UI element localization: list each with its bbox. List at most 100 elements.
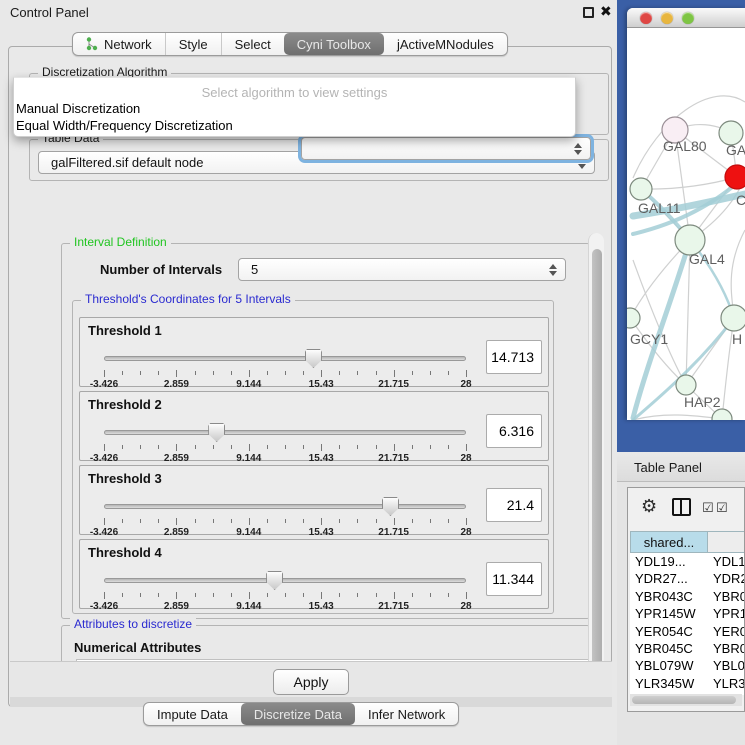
table-row[interactable]: YDL19...YDL1 [630,553,745,570]
table-cell: YER054C [630,623,708,640]
algorithm-option[interactable]: Equal Width/Frequency Discretization [14,117,575,134]
network-node[interactable] [725,165,745,189]
tick-mark [285,371,286,375]
tick-mark [104,444,105,451]
tab-jactivemnodules[interactable]: jActiveMNodules [384,33,507,55]
slider-ticks [104,592,466,599]
tab-cyni-toolbox[interactable]: Cyni Toolbox [284,33,384,55]
algorithm-option[interactable]: Manual Discretization [14,100,575,117]
network-node-label: HAP2 [684,394,721,410]
tab-impute-data[interactable]: Impute Data [144,703,241,725]
threshold-slider[interactable]: -3.4262.8599.14415.4321.71528 [104,422,466,460]
threshold-value-field[interactable]: 14.713 [486,340,542,374]
tick-label: 15.43 [309,453,334,464]
close-traffic-light-icon[interactable] [640,12,652,24]
network-node-label: GAL80 [663,138,707,154]
network-node[interactable] [630,178,652,200]
table-row[interactable]: YDR27...YDR2 [630,570,745,587]
tick-mark [339,371,340,375]
tick-label: 2.859 [164,601,189,612]
threshold-slider[interactable]: -3.4262.8599.14415.4321.71528 [104,496,466,534]
threshold-value-field[interactable]: 6.316 [486,414,542,448]
main-vertical-scrollbar[interactable] [588,233,604,703]
tick-mark [267,371,268,375]
threshold-value-field[interactable]: 21.4 [486,488,542,522]
network-canvas[interactable]: GAL80GACGAL11GAL4GCY1HHAP2 [627,28,745,420]
minimize-traffic-light-icon[interactable] [661,12,673,24]
tick-mark [412,593,413,597]
table-row[interactable]: YPR145WYPR1 [630,605,745,622]
gear-icon[interactable]: ⚙ [641,496,657,517]
zoom-traffic-light-icon[interactable] [682,12,694,24]
tick-label: 28 [460,379,471,390]
tick-mark [448,371,449,375]
threshold-slider[interactable]: -3.4262.8599.14415.4321.71528 [104,570,466,608]
table-row[interactable]: YBR043CYBR0 [630,588,745,605]
tick-mark [412,519,413,523]
tick-mark [285,445,286,449]
table-rows: YDL19...YDL1YDR27...YDR2YBR043CYBR0YPR14… [630,553,745,695]
slider-track [104,356,466,361]
tab-style[interactable]: Style [165,33,221,55]
tab-discretize-data[interactable]: Discretize Data [241,703,355,725]
table-cell: YDR27... [630,570,708,587]
checkbox-icon[interactable]: ☑ [716,500,728,516]
table-row[interactable]: YBR045CYBR0 [630,640,745,657]
algorithm-placeholder: Select algorithm to view settings [14,78,575,100]
table-toolbar: ⚙ ☑ ☑ [628,488,744,528]
tick-mark [267,445,268,449]
tab-network[interactable]: Network [73,33,165,55]
table-row[interactable]: YBL079WYBL0 [630,657,745,674]
slider-thumb-icon[interactable] [382,497,399,516]
tick-mark [176,444,177,451]
tick-mark [231,445,232,449]
tab-infer-network[interactable]: Infer Network [355,703,458,725]
table-cell: YPR1 [708,605,745,622]
tick-mark [430,445,431,449]
number-of-intervals-combobox[interactable]: 5 [238,258,566,281]
network-node-label: GAL4 [689,251,725,267]
table-cell: YBR0 [708,640,745,657]
tick-label: 2.859 [164,453,189,464]
threshold-label: Threshold 2 [88,397,162,412]
network-edge [630,318,686,385]
tick-mark [122,519,123,523]
apply-button[interactable]: Apply [273,669,349,695]
table-row[interactable]: YER054CYER0 [630,623,745,640]
table-cell: YLR3 [708,675,745,692]
tick-label: 28 [460,453,471,464]
attributes-group-title: Attributes to discretize [70,617,196,631]
tick-mark [231,593,232,597]
network-node[interactable] [676,375,696,395]
threshold-value-field[interactable]: 11.344 [486,562,542,596]
tick-label: 21.715 [378,453,409,464]
tick-mark [357,371,358,375]
slider-thumb-icon[interactable] [266,571,283,590]
tab-select[interactable]: Select [221,33,284,55]
slider-thumb-icon[interactable] [305,349,322,368]
tick-mark [321,370,322,377]
tick-mark [430,371,431,375]
checkbox-icon[interactable]: ☑ [702,500,714,516]
float-window-icon[interactable] [583,7,594,18]
column-layout-icon[interactable] [672,498,691,516]
tab-label: Network [104,37,152,52]
tick-mark [448,519,449,523]
tick-mark [213,519,214,523]
slider-tick-labels: -3.4262.8599.14415.4321.71528 [104,453,466,465]
algorithm-combobox[interactable] [301,137,591,160]
table-column-header[interactable]: n [708,531,745,553]
threshold-slider[interactable]: -3.4262.8599.14415.4321.71528 [104,348,466,386]
slider-thumb-icon[interactable] [208,423,225,442]
table-row[interactable]: YLR345WYLR3 [630,675,745,692]
table-horizontal-scrollbar[interactable] [630,694,742,706]
network-node-label: GA [726,142,745,158]
close-icon[interactable]: ✖ [600,3,612,20]
network-node[interactable] [712,409,732,420]
tick-mark [249,518,250,525]
network-node[interactable] [721,305,745,331]
network-node[interactable] [627,308,640,328]
table-column-header[interactable]: shared... [630,531,708,553]
top-tabbar: Network StyleSelectCyni ToolboxjActiveMNo… [72,32,508,56]
control-panel: Control Panel ✖ Discretization Algorithm… [0,0,617,745]
